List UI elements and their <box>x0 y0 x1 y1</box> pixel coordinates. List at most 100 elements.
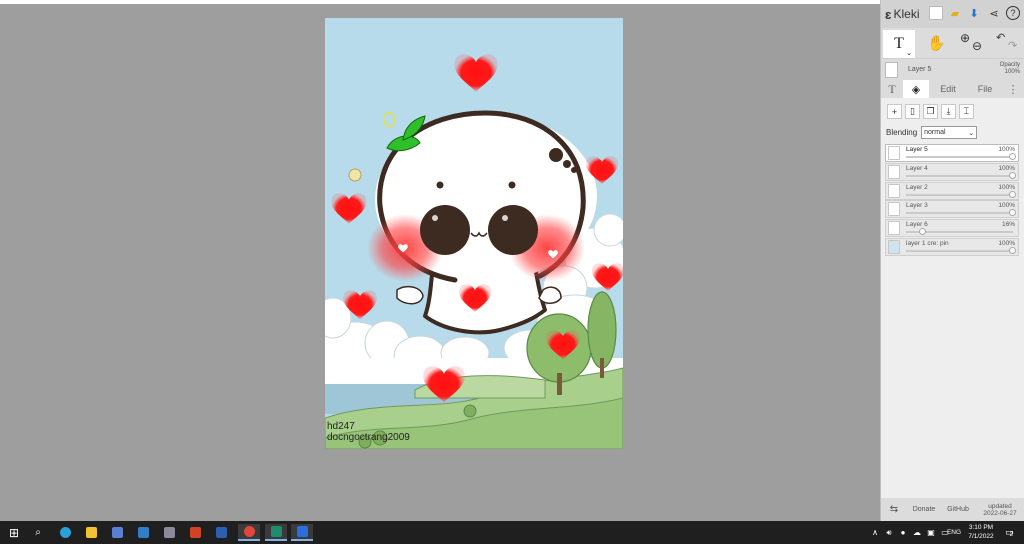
clock-time: 3:10 PM <box>968 524 994 531</box>
duplicate-icon: ❐ <box>926 106 935 116</box>
slider-handle[interactable] <box>1009 246 1016 254</box>
layer-opacity: 100% <box>998 183 1015 191</box>
edge-icon[interactable] <box>56 524 74 541</box>
donate-link[interactable]: Donate <box>907 506 941 513</box>
artist-signature-2: docngoctrang2009 <box>327 432 410 443</box>
store-icon[interactable] <box>108 524 126 541</box>
clock-date: 7/1/2022 <box>968 533 994 540</box>
drawing-canvas[interactable]: hd247 docngoctrang2009 <box>325 18 623 449</box>
kleki-logo-icon: ɛ <box>885 6 892 22</box>
new-image-icon[interactable] <box>929 6 943 20</box>
updated-label: updated <box>988 502 1012 510</box>
zoom-out-icon[interactable]: ⊖ <box>972 39 982 53</box>
download-icon[interactable]: ⬇ <box>967 6 981 20</box>
blending-label: Blending <box>886 128 918 137</box>
layer-opacity-slider[interactable] <box>906 190 1016 198</box>
trash-icon: ▯ <box>910 106 915 116</box>
github-link[interactable]: GitHub <box>941 506 975 513</box>
current-layer-bar[interactable]: Layer 5 Opacity 100% <box>881 58 1024 80</box>
current-layer-opacity: Opacity 100% <box>1000 62 1020 76</box>
opacity-value: 100% <box>1004 69 1020 75</box>
redo-icon[interactable]: ↷ <box>1008 39 1017 52</box>
slider-handle[interactable] <box>1009 153 1016 160</box>
layer-item[interactable]: Layer 5 100% <box>885 144 1019 162</box>
layer-thumbnail <box>888 183 900 198</box>
layer-item[interactable]: Layer 6 16% <box>885 219 1019 238</box>
duplicate-layer-button[interactable]: ❐ <box>923 104 938 119</box>
search-icon[interactable]: ⌕ <box>29 524 47 541</box>
tab-edit[interactable]: Edit <box>929 80 967 98</box>
current-layer-thumbnail <box>885 62 898 78</box>
undo-icon[interactable]: ↶ <box>996 31 1005 44</box>
zoom-in-icon[interactable]: ⊕ <box>960 31 970 45</box>
layer-thumbnail <box>888 164 900 179</box>
opacity-label: Opacity <box>999 62 1020 68</box>
app-window-icon[interactable] <box>265 524 287 541</box>
layer-item[interactable]: Layer 4 100% <box>885 162 1019 181</box>
rename-layer-button[interactable]: ⌶ <box>959 104 974 119</box>
zalo-icon[interactable] <box>291 524 313 541</box>
delete-layer-button[interactable]: ▯ <box>905 104 920 119</box>
slider-handle[interactable] <box>1009 190 1016 198</box>
right-sidebar: ɛ Kleki ▰ ⬇ ⋖ ? T ⌄ ✋ ⊕ ⊖ ↶ ↷ Layer 5 Opa… <box>880 0 1024 521</box>
layer-opacity-slider[interactable] <box>906 153 1016 160</box>
windows-start-icon[interactable]: ⊞ <box>5 524 23 541</box>
chevron-down-icon: ⌄ <box>968 129 975 137</box>
tab-text[interactable]: T <box>881 80 903 98</box>
language-indicator[interactable]: ENG <box>944 524 964 541</box>
sidebar-topbar: ɛ Kleki ▰ ⬇ ⋖ ? <box>881 0 1024 28</box>
add-layer-button[interactable]: + <box>887 104 902 119</box>
drawing-workspace[interactable]: hd247 docngoctrang2009 <box>0 4 880 521</box>
blending-row: Blending normal ⌄ <box>886 126 978 139</box>
layer-opacity: 100% <box>998 164 1015 172</box>
mail-icon[interactable] <box>134 524 152 541</box>
layers-panel: + ▯ ❐ ⤓ ⌶ Blending normal ⌄ Layer 5 100% L… <box>881 98 1024 498</box>
notifications-icon[interactable]: ▭ 2 <box>1000 524 1018 541</box>
swap-side-icon[interactable]: ⇆ <box>881 504 907 515</box>
layer-opacity-slider[interactable] <box>906 246 1016 254</box>
slider-handle[interactable] <box>1009 209 1016 217</box>
layer-name: Layer 2 <box>906 183 928 191</box>
artist-signature-1: hd247 <box>327 421 355 432</box>
kleki-logo[interactable]: ɛ Kleki <box>885 7 919 22</box>
slider-handle[interactable] <box>1009 171 1016 179</box>
app-name: Kleki <box>893 7 920 21</box>
merge-icon: ⤓ <box>946 106 951 116</box>
chevron-down-icon: ⌄ <box>906 49 912 57</box>
layers-icon: ◈ <box>911 83 921 96</box>
windows-taskbar: ⊞ ⌕ ∧ 🔊︎ ● ☁ ▣ ▭ ENG 3:10 PM 7/1/2022 ▭ 2 <box>0 521 1024 544</box>
layer-opacity-slider[interactable] <box>906 171 1016 179</box>
layer-name: Layer 3 <box>906 202 928 210</box>
layer-item[interactable]: Layer 3 100% <box>885 200 1019 219</box>
layer-opacity: 100% <box>998 146 1015 153</box>
camera-icon[interactable] <box>160 524 178 541</box>
text-tool-button[interactable]: T ⌄ <box>883 30 915 58</box>
layer-opacity-slider[interactable] <box>906 228 1013 236</box>
updated-date: 2022-06-27 <box>983 509 1017 517</box>
layer-opacity-slider[interactable] <box>906 209 1016 217</box>
share-icon[interactable]: ⋖ <box>987 6 1001 20</box>
word-icon[interactable] <box>212 524 230 541</box>
layer-name: Layer 6 <box>906 221 928 229</box>
tab-file[interactable]: File <box>967 80 1003 98</box>
layer-name: Layer 4 <box>906 164 928 172</box>
blending-select[interactable]: normal ⌄ <box>921 126 978 139</box>
rename-icon: ⌶ <box>963 106 970 116</box>
clock[interactable]: 3:10 PM 7/1/2022 <box>966 523 996 541</box>
file-explorer-icon[interactable] <box>82 524 100 541</box>
open-folder-icon[interactable]: ▰ <box>948 6 962 20</box>
notification-count: 2 <box>1009 531 1013 538</box>
merge-down-button[interactable]: ⤓ <box>941 104 956 119</box>
tab-layers[interactable]: ◈ <box>903 80 929 98</box>
more-menu-button[interactable]: ⋮ <box>1003 80 1023 98</box>
powerpoint-icon[interactable] <box>186 524 204 541</box>
layer-tools: + ▯ ❐ ⤓ ⌶ <box>887 104 974 119</box>
slider-handle[interactable] <box>919 228 927 236</box>
chrome-icon[interactable] <box>238 524 260 541</box>
layer-item[interactable]: Layer 2 100% <box>885 181 1019 200</box>
hand-tool-icon[interactable]: ✋ <box>927 34 946 52</box>
layer-name: Layer 5 <box>906 146 928 153</box>
layer-thumbnail <box>888 221 900 236</box>
layer-item[interactable]: layer 1 cre: pin 100% <box>885 237 1019 256</box>
help-icon[interactable]: ? <box>1006 6 1020 20</box>
